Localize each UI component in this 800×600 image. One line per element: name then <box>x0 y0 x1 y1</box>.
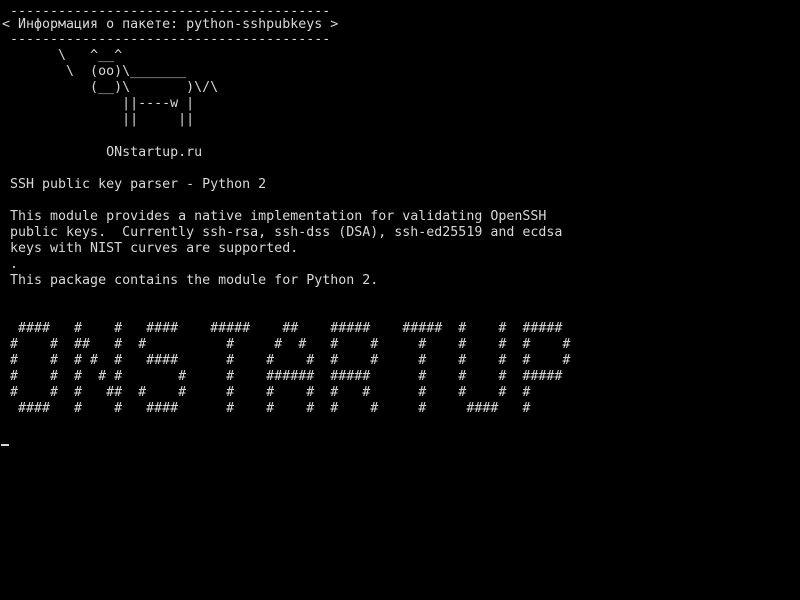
ascii-banner-line: # # ## # # # # # # # # # # # # <box>2 337 571 352</box>
description-line: This module provides a native implementa… <box>2 209 547 224</box>
text-cursor[interactable] <box>1 444 9 446</box>
ascii-banner-line: # # # # # # # ###### ##### # # # ##### <box>2 369 563 384</box>
ascii-banner-line: #### # # #### # # # # # # #### # <box>2 401 531 416</box>
ascii-banner-line: # # # ## # # # # # # # # # # # <box>2 385 531 400</box>
ascii-banner-line: # # # # # #### # # # # # # # # # # <box>2 353 571 368</box>
description-line: . <box>2 257 19 272</box>
description-line: keys with NIST curves are supported. <box>2 241 299 256</box>
terminal-screen: ----------------------------------------… <box>0 0 800 600</box>
description-line: public keys. Currently ssh-rsa, ssh-dss … <box>2 225 563 240</box>
site-name: ONstartup.ru <box>2 145 203 160</box>
cowsay-line: \ ^__^ <box>2 48 123 63</box>
ascii-banner-line: #### # # #### ##### ## ##### ##### # # #… <box>2 321 563 336</box>
package-summary: SSH public key parser - Python 2 <box>2 177 267 192</box>
cowsay-line: \ (oo)\_______ <box>2 64 187 79</box>
package-info-title: < Информация о пакете: python-sshpubkeys… <box>2 17 339 32</box>
cowsay-line: ||----w | <box>2 96 195 111</box>
cowsay-line: (__)\ )\/\ <box>2 80 219 95</box>
description-line: This package contains the module for Pyt… <box>2 273 379 288</box>
cowsay-line: || || <box>2 112 195 127</box>
header-bottom-rule: ---------------------------------------- <box>2 32 331 47</box>
